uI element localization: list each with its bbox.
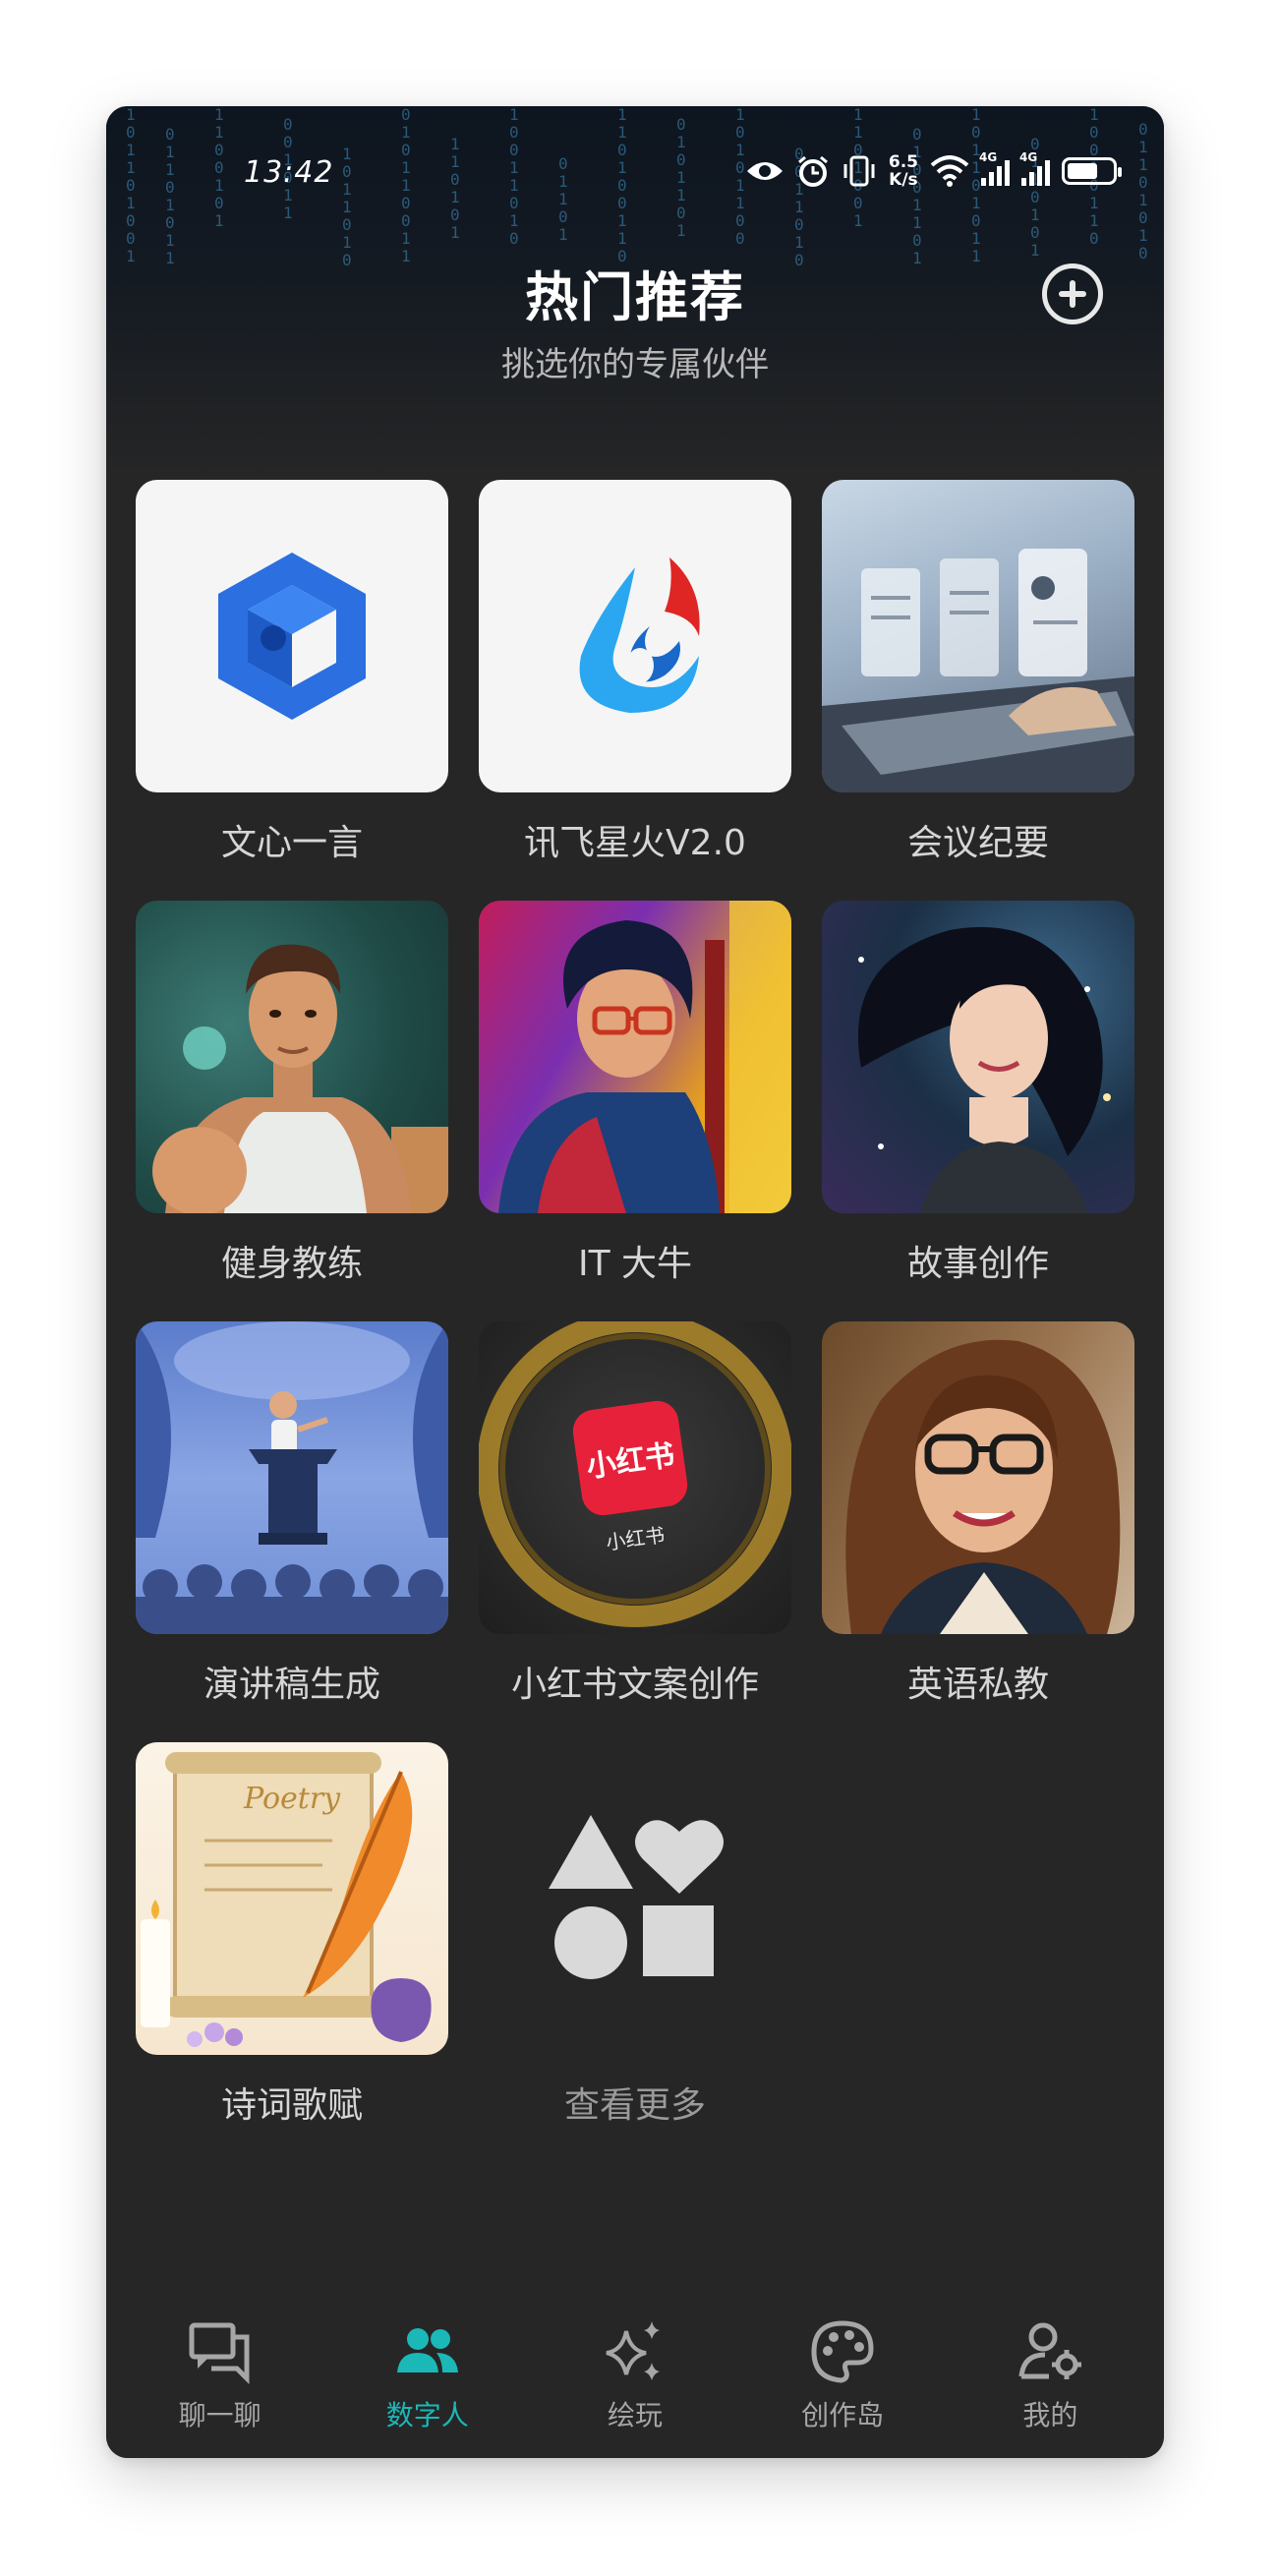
palette-icon — [811, 2320, 874, 2383]
network-speed-value: 6.5 — [888, 152, 918, 172]
card-it-expert[interactable]: IT 大牛 — [479, 901, 791, 1321]
chat-icon — [189, 2322, 250, 2385]
status-time: 13:42 — [244, 155, 334, 190]
card-label: 会议纪要 — [906, 823, 1049, 863]
card-wenxin[interactable]: 文心一言 — [136, 480, 448, 901]
nav-label: 绘玩 — [607, 2399, 663, 2431]
card-label: 诗词歌赋 — [220, 2085, 363, 2126]
status-bar: 13:42 6.5 K/s 4G 4G — [106, 146, 1164, 205]
status-icons: 6.5 K/s 4G 4G — [745, 150, 1122, 189]
card-speech-writer[interactable]: 演讲稿生成 — [136, 1321, 448, 1742]
nav-item-draw[interactable]: 绘玩 — [542, 2317, 728, 2433]
card-label: IT 大牛 — [577, 1244, 693, 1284]
wenxin-logo-icon — [136, 480, 448, 792]
recommendation-grid: 文心一言 讯飞星火V2.0 会议纪要 健身教练 IT 大牛 故事创作 演讲稿生成… — [136, 480, 1134, 2163]
network-speed-unit: K/s — [889, 170, 918, 190]
card-label: 小红书文案创作 — [510, 1665, 759, 1705]
english-tutor-image — [822, 1321, 1134, 1634]
card-xiaohongshu[interactable]: 小红书 小红书 小红书文案创作 — [479, 1321, 791, 1742]
nav-label: 聊一聊 — [178, 2399, 261, 2431]
vibrate-icon — [843, 155, 875, 187]
fitness-coach-image — [136, 901, 448, 1213]
signal-type: 4G — [979, 150, 998, 164]
xiaohongshu-badge-text: 小红书 — [584, 1437, 677, 1486]
card-label: 故事创作 — [906, 1244, 1049, 1284]
nav-item-creation-island[interactable]: 创作岛 — [749, 2317, 936, 2433]
people-icon — [396, 2328, 458, 2372]
card-view-more[interactable]: 查看更多 — [479, 1742, 791, 2163]
page-subtitle: 挑选你的专属伙伴 — [501, 345, 769, 384]
signal-type: 4G — [1019, 150, 1038, 164]
shapes-icon — [549, 1815, 724, 1979]
nav-label: 我的 — [1022, 2399, 1078, 2431]
card-fitness-coach[interactable]: 健身教练 — [136, 901, 448, 1321]
battery-icon — [1062, 157, 1122, 185]
wifi-icon — [930, 155, 969, 187]
title-block: 热门推荐 挑选你的专属伙伴 — [106, 254, 1164, 385]
alarm-icon — [797, 155, 828, 187]
xiaohongshu-image: 小红书 小红书 — [479, 1321, 791, 1634]
speech-podium-image — [136, 1321, 448, 1634]
card-xunfei[interactable]: 讯飞星火V2.0 — [479, 480, 791, 901]
bottom-nav: 聊一聊 数字人 绘玩 创作岛 我的 — [106, 2293, 1164, 2458]
user-settings-icon — [1018, 2322, 1082, 2379]
view-more-label: 查看更多 — [563, 2085, 706, 2126]
card-poetry[interactable]: Poetry 诗词歌赋 — [136, 1742, 448, 2163]
card-english-tutor[interactable]: 英语私教 — [822, 1321, 1134, 1742]
card-meeting-notes[interactable]: 会议纪要 — [822, 480, 1134, 901]
network-speed: 6.5 K/s — [889, 153, 918, 189]
meeting-laptop-image — [822, 480, 1134, 792]
eye-icon — [746, 162, 783, 180]
story-girl-image — [822, 901, 1134, 1213]
card-label: 文心一言 — [220, 823, 363, 863]
page-title: 热门推荐 — [525, 266, 745, 328]
card-label: 讯飞星火V2.0 — [524, 823, 746, 863]
nav-item-digital-human[interactable]: 数字人 — [334, 2317, 521, 2433]
xunfei-spark-logo-icon — [479, 480, 791, 792]
nav-label: 创作岛 — [801, 2399, 885, 2431]
nav-item-chat[interactable]: 聊一聊 — [127, 2317, 314, 2433]
card-story-creation[interactable]: 故事创作 — [822, 901, 1134, 1321]
nav-item-mine[interactable]: 我的 — [957, 2317, 1143, 2433]
signal-icon: 4G — [979, 150, 1010, 186]
it-expert-image — [479, 901, 791, 1213]
poetry-scroll-image: Poetry — [136, 1742, 448, 2055]
card-label: 演讲稿生成 — [203, 1665, 380, 1705]
signal-icon: 4G — [1019, 150, 1050, 186]
card-label: 英语私教 — [906, 1665, 1049, 1705]
add-icon[interactable] — [1042, 263, 1103, 324]
view-more-thumb — [479, 1742, 791, 2055]
nav-label: 数字人 — [385, 2399, 469, 2431]
phone-screen: 1 0 1 1 0 1 0 0 1 0 1 1 0 1 0 1 1 1 1 0 … — [106, 106, 1164, 2458]
card-label: 健身教练 — [220, 1244, 363, 1284]
xiaohongshu-badge: 小红书 — [570, 1398, 690, 1518]
poetry-scroll-text: Poetry — [244, 1782, 341, 1816]
sparkle-icon — [606, 2321, 660, 2380]
